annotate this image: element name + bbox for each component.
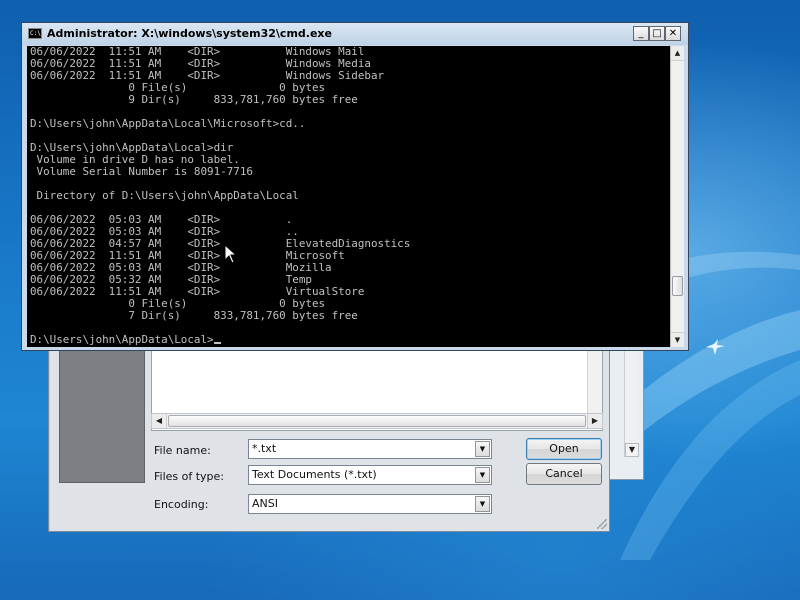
- vertical-scroll-thumb[interactable]: [672, 276, 683, 296]
- chevron-down-icon[interactable]: ▼: [475, 496, 490, 512]
- mouse-pointer-icon: [224, 244, 238, 264]
- chevron-down-icon[interactable]: ▼: [475, 441, 490, 457]
- wallpaper-bird-icon: [706, 339, 725, 355]
- open-file-dialog: ◀ ▶ File name: *.txt ▼ Files of type: Te…: [48, 340, 610, 532]
- maximize-button[interactable]: □: [649, 26, 665, 41]
- window-title: Administrator: X:\windows\system32\cmd.e…: [47, 27, 332, 40]
- close-icon: ✕: [668, 28, 678, 39]
- scroll-left-arrow-icon[interactable]: ◀: [152, 414, 167, 428]
- console-text: 06/06/2022 11:51 AM <DIR> Windows Mail 0…: [27, 46, 670, 346]
- encoding-value: ANSI: [252, 497, 278, 510]
- encoding-label: Encoding:: [154, 498, 209, 511]
- file-type-label: Files of type:: [154, 470, 225, 483]
- background-dialog-scrollbar[interactable]: ▼: [624, 345, 639, 457]
- close-button[interactable]: ✕: [665, 26, 681, 41]
- console-icon[interactable]: C:\: [28, 28, 42, 39]
- open-button[interactable]: Open: [526, 438, 602, 460]
- file-list-vertical-scrollbar[interactable]: [587, 344, 602, 416]
- scroll-down-arrow-icon[interactable]: ▼: [671, 332, 684, 347]
- resize-grip-icon[interactable]: [597, 519, 607, 529]
- file-list-horizontal-scrollbar[interactable]: ◀ ▶: [151, 413, 603, 429]
- cancel-button[interactable]: Cancel: [526, 463, 602, 485]
- scroll-down-arrow-icon[interactable]: ▼: [625, 443, 639, 457]
- title-bar[interactable]: C:\ Administrator: X:\windows\system32\c…: [22, 23, 688, 45]
- minimize-button[interactable]: _: [633, 26, 649, 41]
- file-name-value: *.txt: [252, 442, 277, 455]
- console-vertical-scrollbar[interactable]: ▲ ▼: [670, 46, 684, 347]
- scroll-right-arrow-icon[interactable]: ▶: [587, 414, 602, 428]
- file-type-select[interactable]: Text Documents (*.txt) ▼: [248, 465, 492, 485]
- command-prompt-window: C:\ Administrator: X:\windows\system32\c…: [21, 22, 689, 351]
- horizontal-scroll-thumb[interactable]: [168, 415, 586, 427]
- maximize-icon: □: [652, 28, 662, 39]
- file-name-label: File name:: [154, 444, 211, 457]
- console-output-area[interactable]: 06/06/2022 11:51 AM <DIR> Windows Mail 0…: [27, 46, 670, 347]
- chevron-down-icon[interactable]: ▼: [475, 467, 490, 483]
- console-output: 06/06/2022 11:51 AM <DIR> Windows Mail 0…: [30, 46, 411, 322]
- file-type-value: Text Documents (*.txt): [252, 468, 377, 481]
- navigation-pane: [59, 343, 145, 483]
- encoding-select[interactable]: ANSI ▼: [248, 494, 492, 514]
- text-cursor: [213, 342, 221, 344]
- minimize-icon: _: [638, 28, 644, 39]
- command-prompt: D:\Users\john\AppData\Local>: [30, 333, 214, 346]
- background-dialog: ▼: [606, 340, 644, 480]
- scroll-up-arrow-icon[interactable]: ▲: [671, 46, 684, 61]
- file-name-combobox[interactable]: *.txt ▼: [248, 439, 492, 459]
